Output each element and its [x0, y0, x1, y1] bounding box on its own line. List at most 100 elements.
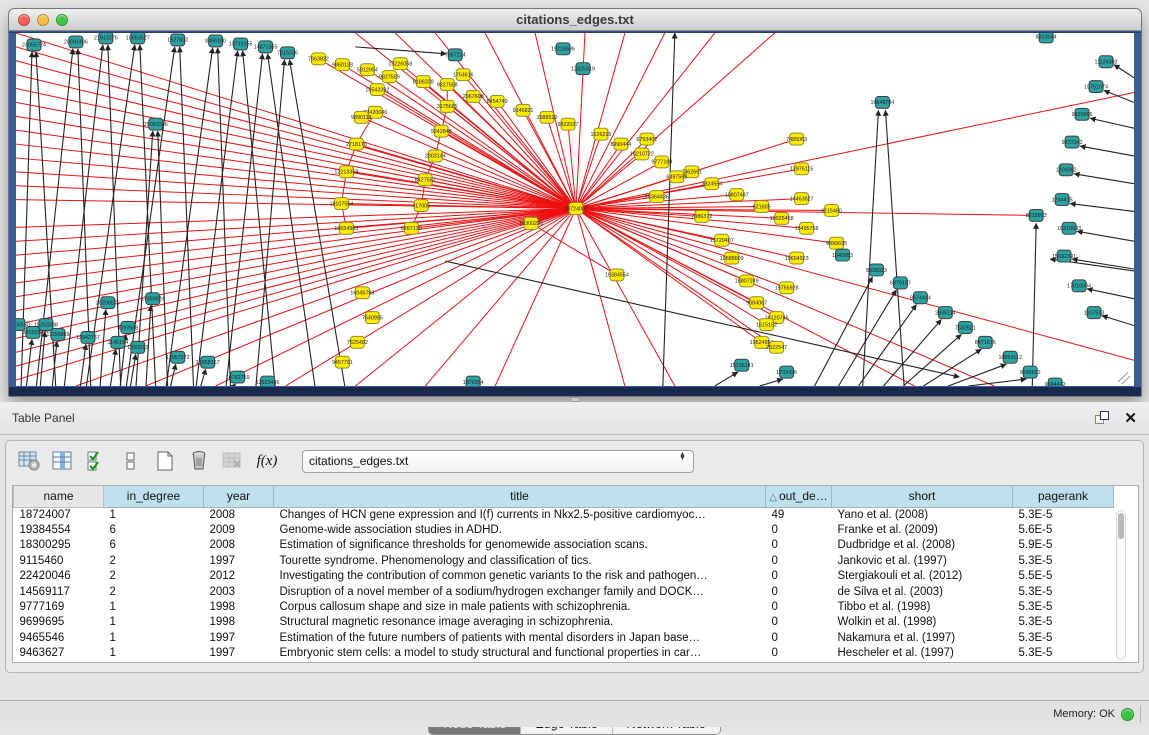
citation-edge-black[interactable] [445, 261, 959, 377]
citation-edge-black[interactable] [1074, 174, 1134, 184]
graph-node[interactable]: 6793402 [636, 133, 657, 145]
graph-node[interactable]: 8215953 [1026, 210, 1047, 222]
graph-node[interactable]: 7957224 [445, 49, 466, 61]
citation-edge-black[interactable] [80, 344, 86, 386]
graph-node[interactable]: 15226058 [388, 58, 412, 70]
graph-node[interactable]: 9245652 [1020, 366, 1041, 378]
float-panel-icon[interactable] [1095, 411, 1110, 426]
graph-node[interactable]: 8813044 [1036, 33, 1057, 43]
graph-node[interactable]: 9115460 [821, 205, 842, 217]
graph-node[interactable]: 9474444 [910, 292, 931, 304]
graph-node[interactable]: 10653527 [126, 33, 150, 44]
graph-node[interactable]: 2803144 [425, 150, 446, 162]
graph-node[interactable]: 1244415 [1052, 194, 1073, 206]
graph-node[interactable]: 9242848 [431, 125, 452, 137]
column-header-title[interactable]: title [274, 486, 766, 507]
citation-edge-black[interactable] [268, 54, 316, 386]
graph-node[interactable]: 14671355 [254, 41, 278, 53]
graph-node[interactable]: 2935114 [935, 307, 956, 319]
graph-node[interactable]: 7485063 [786, 133, 807, 145]
graph-node[interactable]: 12942757 [76, 331, 100, 343]
graph-node[interactable]: 10719155 [229, 38, 253, 50]
function-builder-button[interactable]: f(x) [254, 448, 280, 474]
graph-node[interactable]: 9329966 [1072, 108, 1093, 120]
graph-node[interactable]: 10654112 [998, 351, 1022, 363]
graph-node[interactable]: 9146821 [513, 104, 534, 116]
graph-node[interactable]: 9457791 [332, 356, 353, 368]
citation-edge-red[interactable] [16, 209, 576, 381]
graph-node[interactable]: 3175685 [437, 100, 458, 112]
citation-edge-red[interactable] [576, 209, 767, 325]
citation-edge-black[interactable] [200, 369, 206, 386]
table-row[interactable]: 1456911722003Disruption of a novel membe… [14, 584, 1114, 599]
graph-node[interactable]: 1350513 [127, 341, 148, 353]
citation-edge-black[interactable] [883, 320, 941, 386]
graph-node[interactable]: 1107533 [1084, 307, 1105, 319]
table-row[interactable]: 2242004622012Investigating the contribut… [14, 569, 1114, 584]
citation-edge-black[interactable] [1102, 316, 1134, 326]
column-header-year[interactable]: year [204, 486, 274, 507]
graph-node[interactable]: 9860128 [332, 59, 353, 71]
citation-edge-black[interactable] [715, 372, 738, 386]
zoom-window-button[interactable] [56, 14, 68, 26]
graph-node[interactable]: 1626215 [590, 128, 611, 140]
graph-node[interactable]: 9822037 [558, 118, 579, 130]
citation-edge-black[interactable] [1114, 65, 1134, 78]
citation-edge-black[interactable] [355, 47, 446, 54]
graph-node[interactable]: 19654923 [785, 252, 809, 264]
column-header-short[interactable]: short [832, 486, 1013, 507]
graph-node[interactable]: 8466160 [205, 35, 226, 47]
scrollbar-thumb[interactable] [1118, 513, 1124, 539]
graph-node[interactable]: 19756928 [775, 282, 799, 294]
graph-node[interactable]: 15136141 [730, 359, 754, 371]
graph-node[interactable]: 24055724 [22, 39, 46, 51]
graph-node[interactable]: 19218586 [551, 43, 575, 55]
graph-node[interactable]: 19384554 [605, 269, 629, 281]
graph-node[interactable]: 18807249 [735, 275, 759, 287]
network-view[interactable]: 2405572420691406219132761065352715276028… [16, 33, 1134, 386]
delete-column-button[interactable] [186, 448, 212, 474]
graph-node[interactable]: 1754616 [453, 69, 474, 81]
graph-node[interactable]: 1733426 [776, 366, 797, 378]
graph-node[interactable]: 14463627 [790, 193, 814, 205]
citation-edge-red[interactable] [346, 172, 576, 209]
graph-node[interactable]: 1879354 [463, 376, 484, 386]
graph-node[interactable]: 10688609 [720, 252, 744, 264]
citation-edge-black[interactable] [1090, 118, 1134, 128]
citation-edge-red[interactable] [16, 209, 576, 353]
graph-node[interactable]: 10025458 [770, 212, 794, 224]
citation-edge-black[interactable] [862, 110, 878, 386]
citation-edge-black[interactable] [126, 47, 175, 386]
graph-node[interactable]: 8427552 [415, 174, 436, 186]
graph-node[interactable]: 9890112 [351, 111, 372, 123]
graph-node[interactable]: 7886372 [691, 210, 712, 222]
graph-node[interactable]: 7515526 [277, 47, 298, 59]
graph-node[interactable]: 8990444 [610, 138, 631, 150]
graph-node[interactable]: 8471676 [975, 336, 996, 348]
citation-edge-red[interactable] [495, 209, 576, 386]
graph-node[interactable]: 621605 [753, 201, 771, 213]
citation-edge-black[interactable] [52, 341, 57, 386]
citation-edge-black[interactable] [1077, 231, 1134, 241]
graph-node[interactable]: 12975115 [790, 163, 814, 175]
graph-node[interactable]: 16648784 [870, 96, 894, 108]
close-window-button[interactable] [18, 14, 30, 26]
citation-edge-red[interactable] [576, 33, 715, 209]
column-header-out_de[interactable]: △out_de… [766, 486, 832, 507]
citation-edge-black[interactable] [760, 379, 783, 386]
graph-node[interactable]: 17016504 [1067, 280, 1091, 292]
citation-edge-red[interactable] [361, 117, 576, 208]
citation-edge-red[interactable] [576, 209, 625, 386]
graph-node[interactable]: 12923446 [256, 376, 280, 386]
graph-node[interactable]: 2967608 [463, 91, 484, 103]
column-header-in_degree[interactable]: in_degree [104, 486, 204, 507]
table-row[interactable]: 969969511998Structural magnetic resonanc… [14, 615, 1114, 630]
close-panel-icon[interactable]: ✕ [1124, 411, 1137, 426]
table-row[interactable]: 911546021997Tourette syndrome. Phenomeno… [14, 553, 1114, 568]
citation-edge-black[interactable] [170, 364, 176, 386]
citation-edge-red[interactable] [377, 90, 576, 209]
graph-node[interactable]: 15720407 [710, 234, 734, 246]
graph-node[interactable]: 1209382 [1056, 164, 1077, 176]
table-row[interactable]: 946362711997Embryonic stem cells: a mode… [14, 646, 1114, 661]
citation-edge-black[interactable] [1032, 223, 1036, 386]
